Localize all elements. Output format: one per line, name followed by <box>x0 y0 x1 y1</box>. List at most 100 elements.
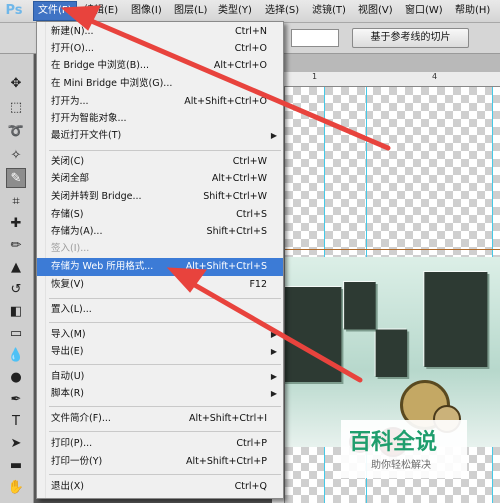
path-selection-tool-icon[interactable]: ➤ <box>6 434 26 454</box>
watermark-title: 百科全说 <box>349 430 438 455</box>
menu-view[interactable]: 视图(V) <box>354 0 397 22</box>
menu-item-open[interactable]: 打开(O)... Ctrl+O <box>37 40 283 58</box>
artwork-image: █ ▚ █ <box>285 257 500 447</box>
submenu-arrow-icon: ▶ <box>270 389 277 398</box>
menu-item-label: 退出(X) <box>51 481 84 492</box>
menu-item-label: 新建(N)... <box>51 26 94 37</box>
menu-filter[interactable]: 滤镜(T) <box>308 0 350 22</box>
type-tool-icon[interactable]: T <box>6 412 26 432</box>
menu-item-label: 恢复(V) <box>51 279 84 290</box>
history-brush-tool-icon[interactable]: ↺ <box>6 280 26 300</box>
menu-item-label: 签入(I)... <box>51 243 90 254</box>
menu-file[interactable]: 文件(F) <box>33 1 77 21</box>
menu-item-shortcut: F12 <box>249 279 267 290</box>
move-tool-icon[interactable]: ✥ <box>6 74 26 94</box>
menu-layer[interactable]: 图层(L) <box>170 0 211 22</box>
menu-item-place[interactable]: 置入(L)... <box>37 301 283 319</box>
ruler-tick-label: 4 <box>432 72 438 81</box>
menu-type[interactable]: 类型(Y) <box>214 0 256 22</box>
crop-tool-icon[interactable]: ⌗ <box>6 192 26 212</box>
menu-item-shortcut: Alt+Ctrl+W <box>211 173 267 184</box>
menu-item-shortcut: Shift+Ctrl+S <box>206 226 267 237</box>
magic-wand-tool-icon[interactable]: ✧ <box>6 146 26 166</box>
menu-item-save-as[interactable]: 存储为(A)... Shift+Ctrl+S <box>37 223 283 241</box>
menu-edit[interactable]: 编辑(E) <box>80 0 122 22</box>
dodge-tool-icon[interactable]: ● <box>6 368 26 388</box>
menu-item-recent-files[interactable]: 最近打开文件(T) ▶ <box>37 127 283 145</box>
brush-tool-icon[interactable]: ✏ <box>6 236 26 256</box>
options-input[interactable] <box>291 29 339 47</box>
menu-item-shortcut: Alt+Shift+Ctrl+P <box>186 456 267 467</box>
menu-item-import[interactable]: 导入(M) ▶ <box>37 326 283 344</box>
menu-item-label: 打开(O)... <box>51 43 94 54</box>
menu-item-label: 打开为智能对象... <box>51 113 127 124</box>
menu-item-close-go-bridge[interactable]: 关闭并转到 Bridge... Shift+Ctrl+W <box>37 188 283 206</box>
lasso-tool-icon[interactable]: ➰ <box>6 122 26 142</box>
healing-brush-tool-icon[interactable]: ✚ <box>6 214 26 234</box>
menu-item-label: 置入(L)... <box>51 304 92 315</box>
pen-tool-icon[interactable]: ✒ <box>6 390 26 410</box>
menu-item-label: 在 Bridge 中浏览(B)... <box>51 60 149 71</box>
menu-item-browse-bridge[interactable]: 在 Bridge 中浏览(B)... Alt+Ctrl+O <box>37 57 283 75</box>
menu-item-open-smart-object[interactable]: 打开为智能对象... <box>37 110 283 128</box>
menu-item-revert[interactable]: 恢复(V) F12 <box>37 276 283 294</box>
menu-item-export[interactable]: 导出(E) ▶ <box>37 343 283 361</box>
menu-item-shortcut: Alt+Shift+Ctrl+O <box>184 96 267 107</box>
menu-item-new[interactable]: 新建(N)... Ctrl+N <box>37 23 283 41</box>
shape-tool-icon[interactable]: ▬ <box>6 456 26 476</box>
blur-tool-icon[interactable]: 💧 <box>6 346 26 366</box>
menu-item-label: 打印一份(Y) <box>51 456 103 467</box>
artwork-shape: █ <box>285 287 341 381</box>
menu-item-label: 存储(S) <box>51 209 84 220</box>
menu-item-label: 关闭并转到 Bridge... <box>51 191 142 202</box>
ruler-tick-label: 1 <box>312 72 318 81</box>
eraser-tool-icon[interactable]: ◧ <box>6 302 26 322</box>
menu-item-save[interactable]: 存储(S) Ctrl+S <box>37 206 283 224</box>
menu-item-shortcut: Ctrl+Q <box>234 481 267 492</box>
menu-item-label: 文件简介(F)... <box>51 413 111 424</box>
menu-item-file-info[interactable]: 文件简介(F)... Alt+Shift+Ctrl+I <box>37 410 283 428</box>
menu-window[interactable]: 窗口(W) <box>401 0 447 22</box>
menu-item-shortcut: Alt+Shift+Ctrl+S <box>185 261 267 272</box>
slices-from-guides-button[interactable]: 基于参考线的切片 <box>352 28 469 48</box>
marquee-tool-icon[interactable]: ⬚ <box>6 98 26 118</box>
menu-item-shortcut: Ctrl+O <box>234 43 267 54</box>
menu-item-shortcut: Ctrl+N <box>235 26 267 37</box>
menu-item-shortcut: Ctrl+P <box>236 438 267 449</box>
menu-item-label: 自动(U) <box>51 371 85 382</box>
artwork-shape: █ <box>425 272 487 366</box>
gradient-tool-icon[interactable]: ▭ <box>6 324 26 344</box>
menu-separator <box>49 474 281 475</box>
menu-image[interactable]: 图像(I) <box>127 0 166 22</box>
menu-item-print[interactable]: 打印(P)... Ctrl+P <box>37 435 283 453</box>
menu-item-check-in: 签入(I)... <box>37 240 283 258</box>
clone-stamp-tool-icon[interactable]: ▲ <box>6 258 26 278</box>
menu-item-scripts[interactable]: 脚本(R) ▶ <box>37 385 283 403</box>
menu-item-label: 在 Mini Bridge 中浏览(G)... <box>51 78 173 89</box>
horizontal-guide[interactable] <box>285 249 500 250</box>
menu-bar: Ps 文件(F) 编辑(E) 图像(I) 图层(L) 类型(Y) 选择(S) 滤… <box>0 0 500 23</box>
document-tab[interactable] <box>284 54 500 73</box>
tools-panel: ✥ ⬚ ➰ ✧ ✎ ⌗ ✚ ✏ ▲ ↺ ◧ ▭ 💧 ● ✒ T ➤ ▬ ✋ <box>0 54 34 503</box>
submenu-arrow-icon: ▶ <box>270 330 277 339</box>
menu-item-open-as[interactable]: 打开为... Alt+Shift+Ctrl+O <box>37 93 283 111</box>
menu-item-browse-mini-bridge[interactable]: 在 Mini Bridge 中浏览(G)... <box>37 75 283 93</box>
menu-item-label: 关闭全部 <box>51 173 90 184</box>
menu-item-shortcut: Ctrl+W <box>232 156 267 167</box>
watermark-subtitle: 助你轻松解决 <box>371 460 431 471</box>
menu-item-label: 存储为 Web 所用格式... <box>51 261 154 272</box>
menu-item-close-all[interactable]: 关闭全部 Alt+Ctrl+W <box>37 170 283 188</box>
menu-item-automate[interactable]: 自动(U) ▶ <box>37 368 283 386</box>
eyedropper-tool-icon[interactable]: ✎ <box>6 168 26 188</box>
menu-help[interactable]: 帮助(H) <box>451 0 494 22</box>
menu-item-label: 关闭(C) <box>51 156 85 167</box>
menu-item-save-for-web[interactable]: 存储为 Web 所用格式... Alt+Shift+Ctrl+S <box>37 258 283 276</box>
hand-tool-icon[interactable]: ✋ <box>6 478 26 498</box>
menu-item-close[interactable]: 关闭(C) Ctrl+W <box>37 153 283 171</box>
menu-select[interactable]: 选择(S) <box>261 0 303 22</box>
menu-item-label: 导出(E) <box>51 346 84 357</box>
menu-item-print-one-copy[interactable]: 打印一份(Y) Alt+Shift+Ctrl+P <box>37 453 283 471</box>
menu-item-exit[interactable]: 退出(X) Ctrl+Q <box>37 478 283 496</box>
file-menu-dropdown: 新建(N)... Ctrl+N 打开(O)... Ctrl+O 在 Bridge 中… <box>36 21 284 499</box>
menu-item-shortcut: Alt+Shift+Ctrl+I <box>188 413 267 424</box>
